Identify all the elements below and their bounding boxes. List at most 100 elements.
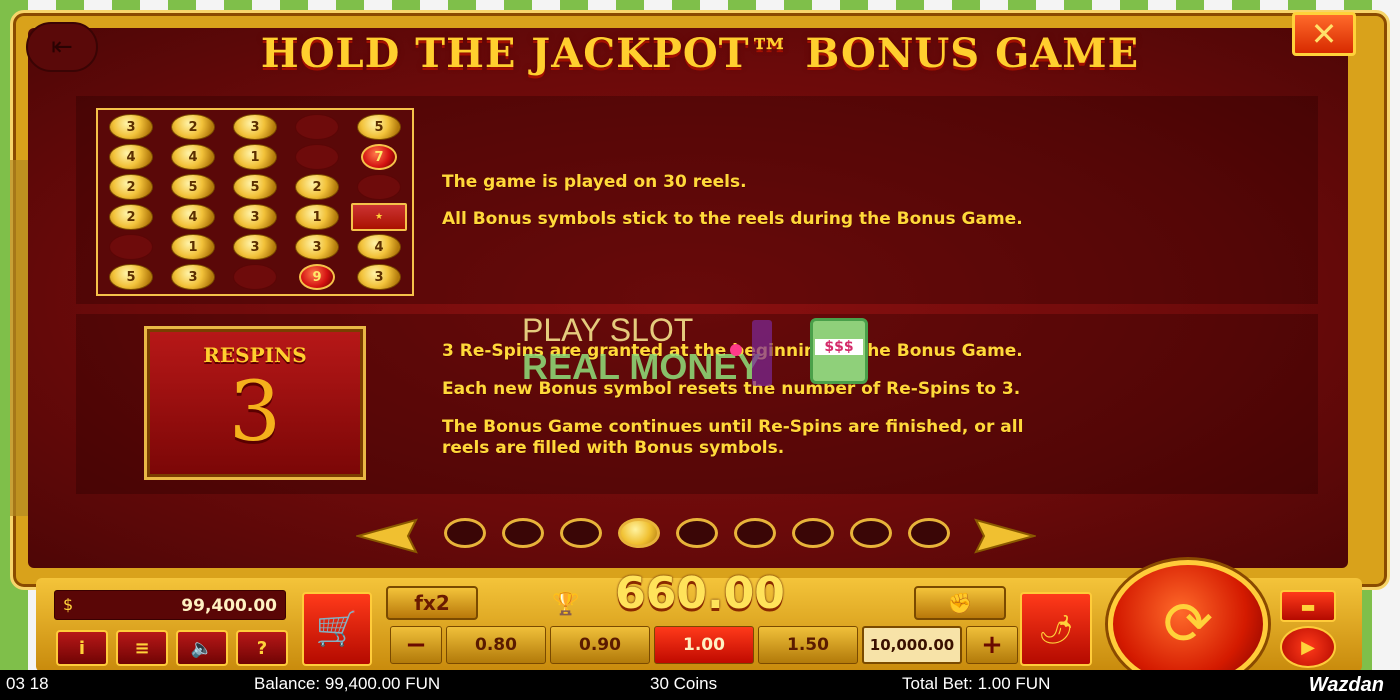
bonus-coin: 3	[233, 204, 277, 230]
reel-cell: 3	[225, 233, 285, 261]
bonus-coin: 3	[171, 264, 215, 290]
bonus-coin: 5	[109, 264, 153, 290]
page-dot[interactable]	[444, 518, 486, 548]
rule-text-reels: The game is played on 30 reels.	[442, 172, 747, 192]
reel-cell: 2	[163, 113, 223, 141]
page-dot[interactable]	[502, 518, 544, 548]
bonus-coin-red: 9	[299, 264, 335, 290]
status-bar: 03 18 Balance: 99,400.00 FUN 30 Coins To…	[0, 670, 1400, 700]
status-balance: Balance: 99,400.00 FUN	[254, 674, 441, 693]
help-button[interactable]: ?	[236, 630, 288, 666]
reel-cell: 1	[225, 143, 285, 171]
reel-cell: 3	[101, 113, 161, 141]
reel-cell: 2	[101, 173, 161, 201]
empty-symbol	[233, 264, 277, 290]
bet-option-0[interactable]: 0.80	[446, 626, 546, 664]
status-time: 03 18	[6, 674, 49, 693]
close-button[interactable]: ✕	[1292, 12, 1356, 56]
reel-cell: 2	[101, 203, 161, 231]
respins-card: RESPINS 3	[144, 326, 366, 480]
bonus-coin: 4	[109, 144, 153, 170]
reel-cell: 4	[163, 203, 223, 231]
reel-cell: 3	[163, 263, 223, 291]
reel-cell: 3	[225, 113, 285, 141]
page-dot[interactable]	[618, 518, 660, 548]
bonus-coin: 1	[233, 144, 277, 170]
bonus-coin-red: 7	[361, 144, 397, 170]
empty-symbol	[357, 174, 401, 200]
fist-icon: ✊	[947, 591, 973, 615]
reel-cell: 7	[349, 143, 409, 171]
page-dot[interactable]	[908, 518, 950, 548]
reel-cell: 5	[163, 173, 223, 201]
rule-text-reset: Each new Bonus symbol resets the number …	[442, 379, 1021, 399]
bonus-coin: 1	[295, 204, 339, 230]
reel-cell: 9	[287, 263, 347, 291]
next-page-button[interactable]	[966, 518, 1036, 554]
mode-button[interactable]: ▬	[1280, 590, 1336, 622]
gamble-button[interactable]: ✊	[914, 586, 1006, 620]
info-button[interactable]: i	[56, 630, 108, 666]
rule-text-sticky: All Bonus symbols stick to the reels dur…	[442, 209, 1023, 229]
bet-decrease-button[interactable]: −	[390, 626, 442, 664]
reel-cell: 4	[101, 143, 161, 171]
reel-cell: 1	[163, 233, 223, 261]
page-dot[interactable]	[850, 518, 892, 548]
bet-increase-button[interactable]: +	[966, 626, 1018, 664]
spin-arrows-icon: ⟳	[1162, 589, 1214, 659]
reel-cell	[225, 263, 285, 291]
reel-cell: 1	[287, 203, 347, 231]
balance-box: $ 99,400.00	[54, 590, 286, 620]
volatility-button[interactable]: 🌶	[1020, 592, 1092, 666]
page-title: HOLD THE JACKPOT™ BONUS GAME	[260, 30, 1140, 77]
bonus-coin: 3	[109, 114, 153, 140]
menu-button[interactable]: ≡	[116, 630, 168, 666]
exit-button[interactable]: ⇤	[26, 22, 98, 72]
reel-cell	[287, 143, 347, 171]
bonus-coin: 4	[357, 234, 401, 260]
page-dot[interactable]	[734, 518, 776, 548]
mode-icon: ▬	[1300, 596, 1316, 616]
reel-cell: ★	[349, 203, 409, 231]
empty-symbol	[295, 114, 339, 140]
page-dot[interactable]	[676, 518, 718, 548]
win-amount: 660.00	[615, 568, 785, 619]
bonus-coin: 3	[295, 234, 339, 260]
jackpot-symbol: ★	[351, 203, 407, 231]
bonus-coin: 2	[109, 174, 153, 200]
bonus-coin: 5	[233, 174, 277, 200]
bonus-coin: 4	[171, 144, 215, 170]
bonus-coin: 2	[295, 174, 339, 200]
bet-option-2[interactable]: 1.00	[654, 626, 754, 664]
bonus-coin: 1	[171, 234, 215, 260]
money-bag-icon: $	[63, 595, 74, 614]
play-icon: ▶	[1301, 636, 1315, 658]
bonus-coin: 2	[171, 114, 215, 140]
bonus-coin: 3	[233, 234, 277, 260]
bet-selector: − 0.80 0.90 1.00 1.50 10,000.00 +	[390, 626, 1018, 664]
rule-text-granted: 3 Re-Spins are granted at the beginning …	[442, 341, 1023, 361]
autoplay-button[interactable]: ▶	[1280, 626, 1336, 668]
reel-cell: 3	[225, 203, 285, 231]
page-dot[interactable]	[792, 518, 834, 548]
reel-cell	[101, 233, 161, 261]
reel-cell	[287, 113, 347, 141]
bonus-coin: 3	[233, 114, 277, 140]
reel-cell: 2	[287, 173, 347, 201]
bet-option-3[interactable]: 1.50	[758, 626, 858, 664]
status-total-bet: Total Bet: 1.00 FUN	[902, 674, 1051, 693]
reel-cell: 4	[163, 143, 223, 171]
bonus-coin: 2	[109, 204, 153, 230]
reel-cell	[349, 173, 409, 201]
sound-button[interactable]: 🔈	[176, 630, 228, 666]
rule-text-continues: The Bonus Game continues until Re-Spins …	[442, 417, 1024, 437]
fx2-button[interactable]: fx2	[386, 586, 478, 620]
spin-button[interactable]: ⟳	[1108, 560, 1268, 688]
bet-option-1[interactable]: 0.90	[550, 626, 650, 664]
page-dot[interactable]	[560, 518, 602, 548]
prev-page-button[interactable]	[356, 518, 426, 554]
buy-feature-button[interactable]: 🛒	[302, 592, 372, 666]
reel-cell: 5	[225, 173, 285, 201]
max-bet-button[interactable]: 10,000.00	[862, 626, 962, 664]
reel-cell: 3	[287, 233, 347, 261]
